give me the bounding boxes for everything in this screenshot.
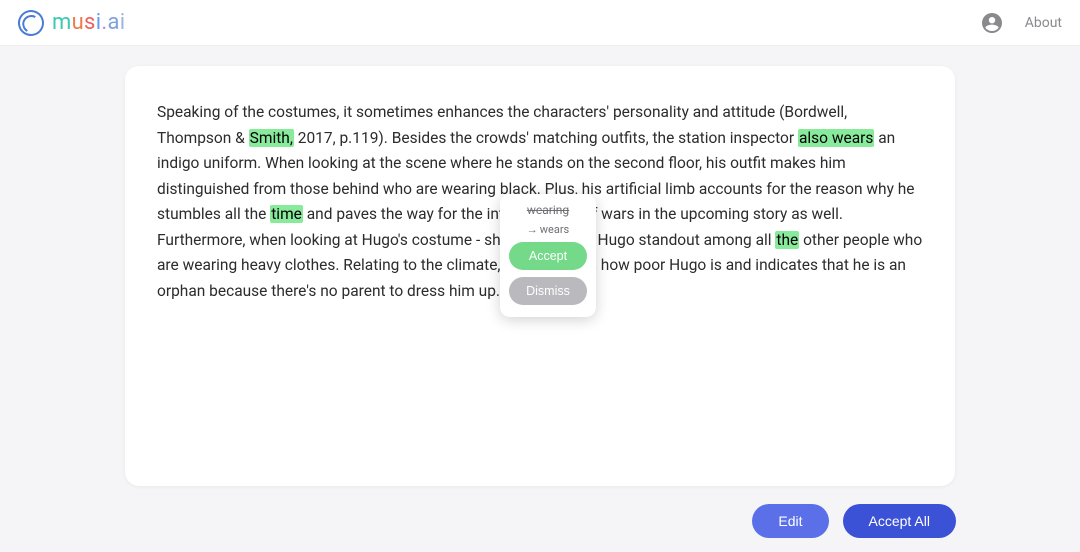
- app-header: musi.ai About: [0, 0, 1080, 46]
- accept-all-button[interactable]: Accept All: [843, 504, 956, 538]
- account-icon[interactable]: [979, 10, 1005, 36]
- footer-actions: Edit Accept All: [752, 504, 956, 538]
- brand-logo[interactable]: musi.ai: [18, 10, 125, 36]
- edit-button[interactable]: Edit: [752, 504, 828, 538]
- logo-icon: [15, 7, 47, 39]
- suggestion-original: wearing: [527, 204, 569, 217]
- about-link[interactable]: About: [1025, 15, 1062, 31]
- suggestion-replacement: →wears: [527, 224, 570, 236]
- arrow-right-icon: →: [527, 224, 538, 236]
- accept-button[interactable]: Accept: [509, 242, 587, 270]
- dismiss-button[interactable]: Dismiss: [509, 277, 587, 305]
- brand-name: musi.ai: [52, 10, 125, 35]
- highlighted-text[interactable]: Smith,: [249, 129, 294, 147]
- suggestion-popup: wearing →wears Accept Dismiss: [500, 194, 596, 317]
- page-body: Speaking of the costumes, it sometimes e…: [0, 46, 1080, 486]
- highlighted-text[interactable]: also wears: [798, 129, 874, 147]
- highlighted-text[interactable]: the: [775, 231, 799, 249]
- highlighted-text[interactable]: time: [270, 205, 303, 223]
